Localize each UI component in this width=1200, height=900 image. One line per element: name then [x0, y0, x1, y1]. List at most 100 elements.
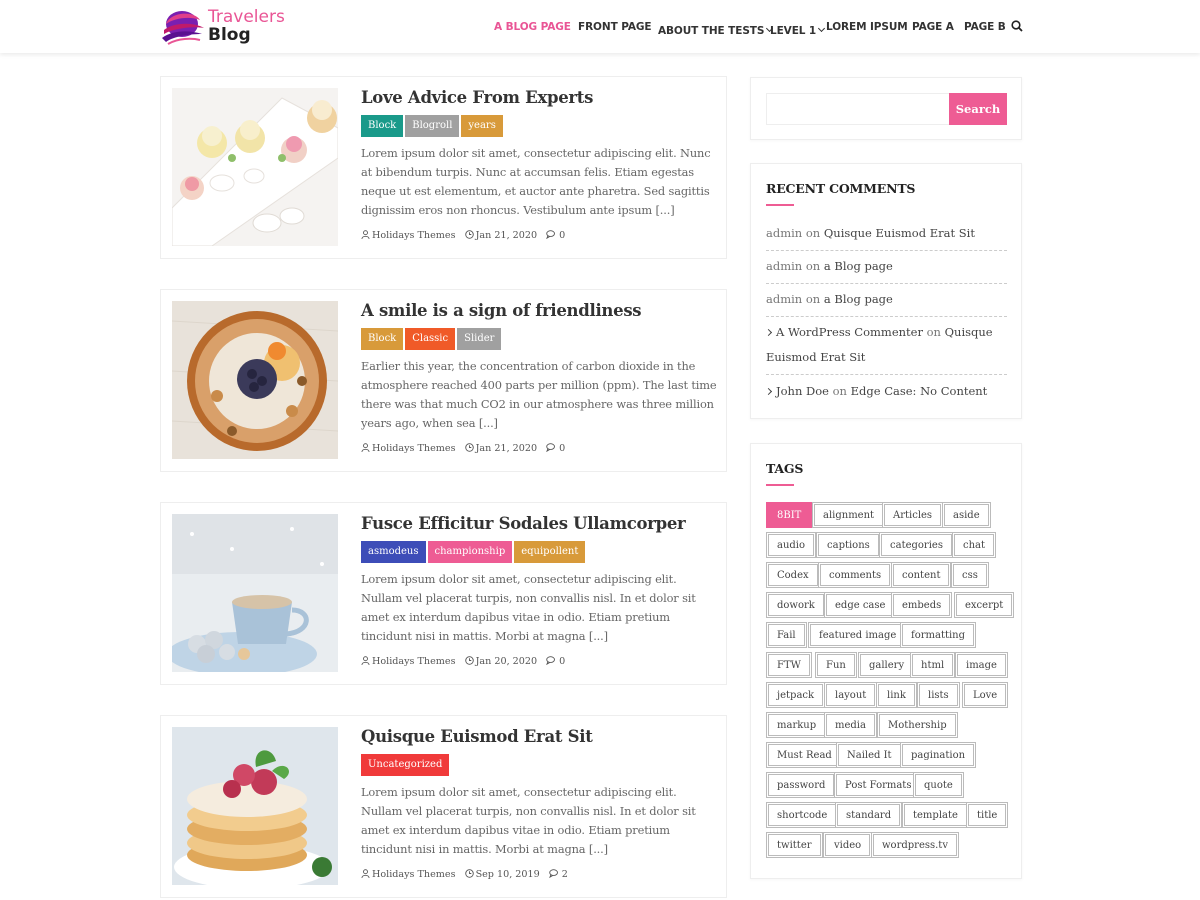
clock-icon	[464, 869, 474, 878]
tag-link[interactable]: captions	[816, 532, 881, 558]
tag-link[interactable]: formatting	[900, 622, 977, 648]
tag-link[interactable]: Mothership	[877, 712, 958, 738]
post-author[interactable]: Holidays Themes	[361, 230, 456, 241]
category-badge[interactable]: Block	[361, 328, 404, 350]
comment-post-link[interactable]: Edge Case: No Content	[851, 384, 988, 398]
tag-link[interactable]: dowork	[766, 592, 826, 618]
post-author[interactable]: Holidays Themes	[361, 443, 456, 454]
tag-link[interactable]: 8BIT	[766, 502, 813, 528]
tag-link[interactable]: aside	[942, 502, 991, 528]
post-date-text: Jan 20, 2020	[475, 656, 538, 667]
post-comments[interactable]: 2	[548, 869, 568, 880]
post-comments-count: 0	[559, 230, 566, 241]
recent-comments-widget: RECENT COMMENTS admin on Quisque Euismod…	[750, 163, 1022, 419]
comment-author-link[interactable]: A WordPress Commenter	[776, 325, 923, 339]
comment-on: on	[805, 226, 821, 240]
post-date[interactable]: Jan 21, 2020	[464, 230, 537, 241]
tag-link[interactable]: wordpress.tv	[871, 832, 959, 858]
post-excerpt: Earlier this year, the concentration of …	[361, 359, 717, 430]
tag-link[interactable]: Fail	[766, 622, 807, 648]
tag-link[interactable]: FTW	[766, 652, 812, 678]
comment-post-link[interactable]: Quisque Euismod Erat Sit	[824, 226, 975, 240]
post-date[interactable]: Jan 21, 2020	[464, 443, 537, 454]
tag-link[interactable]: password	[766, 772, 837, 798]
tag-link[interactable]: comments	[818, 562, 893, 588]
post-title[interactable]: Quisque Euismod Erat Sit	[361, 727, 593, 746]
category-badge[interactable]: Block	[361, 115, 404, 137]
post-author[interactable]: Holidays Themes	[361, 869, 456, 880]
tag-link[interactable]: html	[910, 652, 956, 678]
post-thumbnail[interactable]	[172, 301, 338, 459]
category-badge[interactable]: championship	[427, 541, 513, 563]
post-comments[interactable]: 0	[546, 656, 565, 667]
category-badge[interactable]: Uncategorized	[361, 754, 450, 776]
category-badge[interactable]: Classic	[405, 328, 456, 350]
tag-link[interactable]: link	[876, 682, 917, 708]
comment-author-link[interactable]: John Doe	[776, 384, 829, 398]
tag-link[interactable]: title	[966, 802, 1009, 828]
tag-link[interactable]: markup	[766, 712, 828, 738]
nav-front-page[interactable]: FRONT PAGE	[578, 19, 652, 35]
post-title[interactable]: Love Advice From Experts	[361, 88, 593, 107]
tag-link[interactable]: layout	[824, 682, 878, 708]
tag-link[interactable]: Fun	[815, 652, 857, 678]
tag-link[interactable]: css	[951, 562, 989, 588]
tag-link[interactable]: edge case	[824, 592, 897, 618]
tag-link[interactable]: lists	[917, 682, 960, 708]
tag-link[interactable]: embeds	[891, 592, 953, 618]
post-date[interactable]: Sep 10, 2019	[464, 869, 540, 880]
tag-link[interactable]: featured image	[808, 622, 908, 648]
tag-link[interactable]: content	[891, 562, 952, 588]
tag-link[interactable]: template	[902, 802, 969, 828]
tag-link[interactable]: Articles	[882, 502, 944, 528]
post-thumbnail[interactable]	[172, 727, 338, 885]
post-author[interactable]: Holidays Themes	[361, 656, 456, 667]
post-title[interactable]: A smile is a sign of friendliness	[361, 301, 642, 320]
tag-link[interactable]: Post Formats	[834, 772, 923, 798]
comment-post-link[interactable]: a Blog page	[824, 259, 893, 273]
post-thumbnail[interactable]	[172, 514, 338, 672]
tag-link[interactable]: pagination	[900, 742, 977, 768]
nav-level-1[interactable]: LEVEL 1	[770, 19, 826, 39]
post-comments[interactable]: 0	[546, 443, 565, 454]
tag-link[interactable]: excerpt	[954, 592, 1015, 618]
search-icon[interactable]	[1011, 20, 1023, 32]
tag-link[interactable]: Nailed It	[836, 742, 903, 768]
post-date[interactable]: Jan 20, 2020	[464, 656, 538, 667]
nav-page-b[interactable]: PAGE B	[964, 19, 1006, 35]
tag-link[interactable]: media	[824, 712, 877, 738]
tag-link[interactable]: alignment	[812, 502, 886, 528]
nav-page-a[interactable]: PAGE A	[912, 19, 954, 35]
tag-link[interactable]: Love	[962, 682, 1009, 708]
tag-link[interactable]: gallery	[858, 652, 916, 678]
post-title[interactable]: Fusce Efficitur Sodales Ullamcorper	[361, 514, 686, 533]
category-badge[interactable]: asmodeus	[361, 541, 426, 563]
post-excerpt: Lorem ipsum dolor sit amet, consectetur …	[361, 146, 711, 217]
tag-link[interactable]: Codex	[766, 562, 820, 588]
post-author-name: Holidays Themes	[372, 230, 456, 241]
tag-link[interactable]: Must Read	[766, 742, 843, 768]
category-badge[interactable]: years	[461, 115, 503, 137]
post-thumbnail[interactable]	[172, 88, 338, 246]
comment-post-link[interactable]: a Blog page	[824, 292, 893, 306]
tag-link[interactable]: shortcode	[766, 802, 839, 828]
nav-about-the-tests[interactable]: ABOUT THE TESTS	[658, 19, 774, 39]
divider	[766, 250, 1007, 251]
category-badge[interactable]: Blogroll	[405, 115, 460, 137]
tag-link[interactable]: twitter	[766, 832, 823, 858]
search-input[interactable]	[766, 93, 949, 125]
nav-lorem-ipsum[interactable]: LOREM IPSUM	[826, 19, 908, 35]
tag-link[interactable]: jetpack	[766, 682, 826, 708]
tag-link[interactable]: audio	[766, 532, 817, 558]
search-button[interactable]: Search	[949, 93, 1007, 125]
nav-a-blog-page[interactable]: A BLOG PAGE	[494, 19, 571, 35]
category-badge[interactable]: equipollent	[514, 541, 586, 563]
tag-link[interactable]: quote	[913, 772, 964, 798]
category-badge[interactable]: Slider	[457, 328, 502, 350]
tag-link[interactable]: video	[823, 832, 873, 858]
post-comments[interactable]: 0	[546, 230, 565, 241]
tag-link[interactable]: image	[955, 652, 1008, 678]
tag-link[interactable]: categories	[879, 532, 954, 558]
tag-link[interactable]: chat	[952, 532, 997, 558]
tag-link[interactable]: standard	[835, 802, 903, 828]
